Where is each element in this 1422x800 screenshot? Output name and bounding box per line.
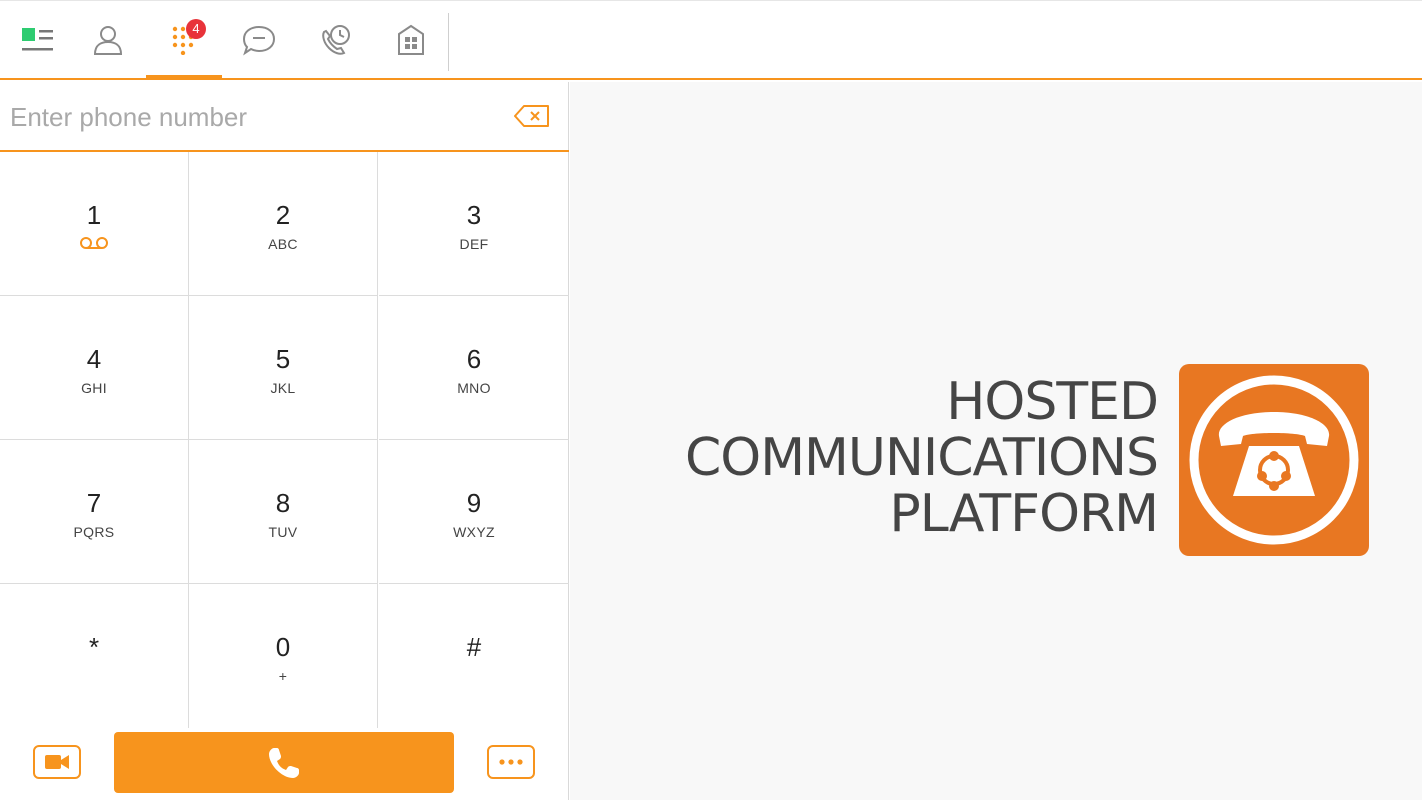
phone-number-row xyxy=(0,82,569,152)
video-call-button[interactable] xyxy=(33,745,81,779)
nav-divider xyxy=(448,13,449,71)
key-letters: DEF xyxy=(459,236,489,252)
dialer-panel: 1 2 ABC 3 DEF 4 GHI 5 xyxy=(0,82,569,800)
tab-menu[interactable] xyxy=(0,1,76,79)
backspace-icon[interactable] xyxy=(514,104,550,128)
key-digit: 6 xyxy=(466,344,482,374)
tab-call-history[interactable] xyxy=(297,1,373,79)
key-letters: TUV xyxy=(268,524,298,540)
phone-icon xyxy=(269,747,299,778)
key-digit: * xyxy=(88,632,100,662)
tab-messages[interactable] xyxy=(221,1,297,79)
key-9[interactable]: 9 WXYZ xyxy=(379,440,569,584)
key-hash[interactable]: # xyxy=(379,584,569,728)
key-digit: 3 xyxy=(466,200,482,230)
brand-line-1: HOSTED xyxy=(946,372,1159,432)
tab-directory[interactable] xyxy=(373,1,449,79)
phone-number-input[interactable] xyxy=(10,98,500,136)
brand-line-3: PLATFORM xyxy=(889,484,1159,544)
key-digit: 7 xyxy=(86,488,102,518)
tab-contacts[interactable] xyxy=(70,1,146,79)
key-digit: 2 xyxy=(275,200,291,230)
building-icon xyxy=(398,24,424,55)
key-digit: 4 xyxy=(86,344,102,374)
tab-dialpad[interactable]: 4 xyxy=(146,1,222,79)
more-options-button[interactable] xyxy=(487,745,535,779)
key-8[interactable]: 8 TUV xyxy=(189,440,378,584)
key-4[interactable]: 4 GHI xyxy=(0,296,189,440)
key-0[interactable]: 0 + xyxy=(189,584,378,728)
key-3[interactable]: 3 DEF xyxy=(379,152,569,296)
key-digit: 1 xyxy=(86,200,102,230)
dialer-action-bar xyxy=(0,722,569,800)
key-digit: 9 xyxy=(466,488,482,518)
key-letters: ABC xyxy=(268,236,298,252)
voicemail-icon xyxy=(80,237,108,249)
key-letters: + xyxy=(278,668,288,684)
key-5[interactable]: 5 JKL xyxy=(189,296,378,440)
unread-badge: 4 xyxy=(186,19,206,39)
key-star[interactable]: * xyxy=(0,584,189,728)
telephone-logo-icon xyxy=(1189,375,1359,545)
call-button[interactable] xyxy=(114,732,454,793)
brand-wordmark: HOSTED COMMUNICATIONS PLATFORM xyxy=(684,372,1159,544)
brand-logo xyxy=(1179,364,1369,556)
key-letters: JKL xyxy=(270,380,296,396)
key-6[interactable]: 6 MNO xyxy=(379,296,569,440)
brand-line-2: COMMUNICATIONS xyxy=(684,428,1159,488)
call-history-icon xyxy=(322,25,350,55)
person-icon xyxy=(93,26,123,55)
key-letters: WXYZ xyxy=(453,524,495,540)
key-letters: GHI xyxy=(81,380,107,396)
app-window: 4 Enter phone number 1 2 ABC 3 DEF 4 GHI… xyxy=(0,0,1422,800)
more-dots-icon xyxy=(499,759,523,765)
chat-bubble-icon xyxy=(242,25,276,56)
key-1[interactable]: 1 xyxy=(0,152,189,296)
key-digit: # xyxy=(466,632,482,662)
video-camera-icon xyxy=(45,755,69,769)
key-digit: 5 xyxy=(275,344,291,374)
key-letters: PQRS xyxy=(73,524,115,540)
key-letters: MNO xyxy=(457,380,491,396)
key-digit: 0 xyxy=(275,632,291,662)
key-7[interactable]: 7 PQRS xyxy=(0,440,189,584)
key-2[interactable]: 2 ABC xyxy=(189,152,378,296)
menu-icon xyxy=(22,28,53,51)
key-digit: 8 xyxy=(275,488,291,518)
brand-panel: HOSTED COMMUNICATIONS PLATFORM xyxy=(570,82,1422,800)
top-nav-bar: 4 xyxy=(0,0,1422,80)
